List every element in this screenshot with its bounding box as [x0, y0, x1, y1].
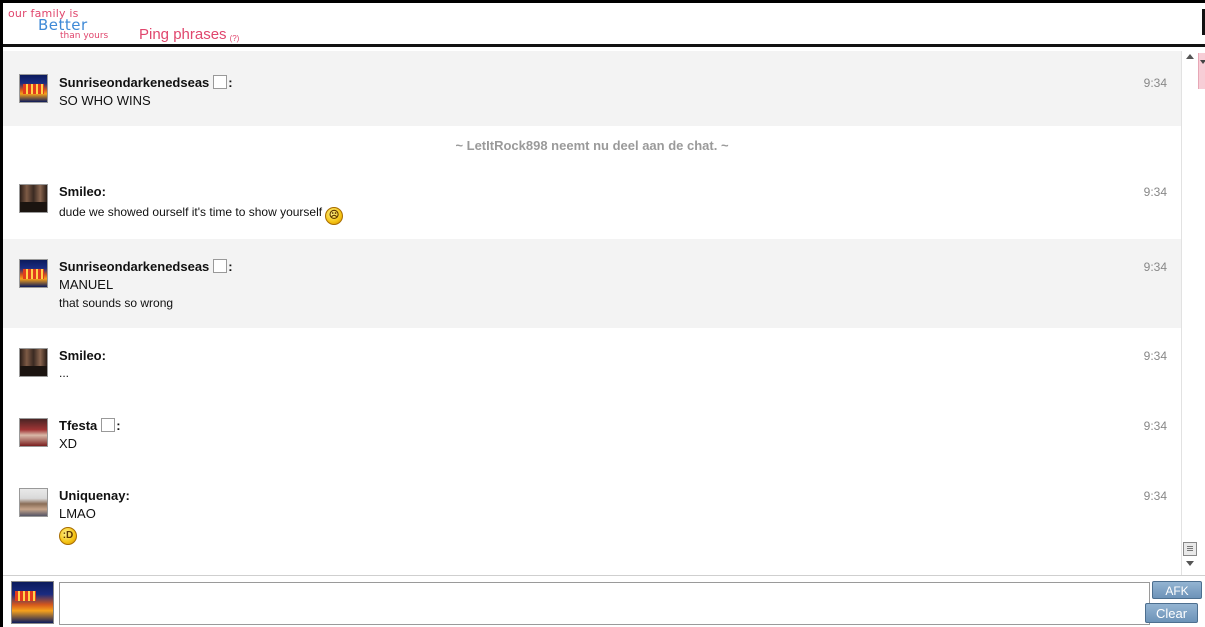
username[interactable]: Smileo:	[59, 348, 106, 363]
username[interactable]: Uniquenay:	[59, 488, 130, 503]
message-text: XD	[59, 436, 78, 451]
afk-button[interactable]: AFK	[1152, 581, 1202, 599]
site-logo[interactable]: our family is Better than yours	[8, 7, 126, 43]
chat-message: Sunriseondarkenedseas: 9:34 SO WHO WINS	[3, 51, 1181, 126]
self-avatar[interactable]	[11, 581, 54, 624]
laughing-face-icon: :D	[59, 527, 77, 545]
logo-line-3: than yours	[60, 31, 109, 41]
username[interactable]: Sunriseondarkenedseas:	[59, 259, 233, 274]
ping-phrases-link[interactable]: Ping phrases (?)	[139, 26, 239, 43]
timestamp: 9:34	[1143, 185, 1167, 199]
header-divider	[3, 44, 1205, 47]
timestamp: 9:34	[1143, 489, 1167, 503]
chat-scrollbar[interactable]	[1181, 51, 1198, 575]
timestamp: 9:34	[1143, 349, 1167, 363]
message-emoji-line: :D	[59, 524, 77, 545]
user-checkbox	[213, 75, 228, 89]
chat-message: Smileo: 9:34 ...	[3, 328, 1181, 398]
ping-phrases-help[interactable]: (?)	[230, 34, 240, 43]
message-text: ...	[59, 366, 70, 380]
avatar[interactable]	[19, 184, 48, 213]
message-text: LMAO	[59, 506, 96, 521]
message-composer: AFK Clear	[3, 575, 1205, 627]
message-text: SO WHO WINS	[59, 93, 151, 108]
scroll-up-arrow-icon[interactable]	[1186, 54, 1194, 59]
ping-phrases-label: Ping phrases	[139, 26, 227, 43]
timestamp: 9:34	[1143, 419, 1167, 433]
avatar[interactable]	[19, 348, 48, 377]
chat-header: our family is Better than yours Ping phr…	[3, 3, 1205, 44]
message-text: MANUEL	[59, 277, 114, 292]
scroll-down-arrow-icon[interactable]	[1186, 561, 1194, 566]
chat-message: Uniquenay: 9:34 LMAO :D	[3, 468, 1181, 568]
user-checkbox	[101, 418, 116, 432]
timestamp: 9:34	[1143, 260, 1167, 274]
sad-face-icon: ☹	[325, 207, 344, 225]
message-text: dude we showed ourself it's time to show…	[59, 205, 344, 225]
username[interactable]: Tfesta:	[59, 418, 121, 433]
chat-message: Sunriseondarkenedseas: 9:34 MANUEL that …	[3, 239, 1181, 328]
chat-log[interactable]: Sunriseondarkenedseas: 9:34 SO WHO WINS …	[3, 51, 1181, 573]
user-checkbox	[213, 259, 228, 273]
message-text: that sounds so wrong	[59, 296, 174, 310]
username[interactable]: Sunriseondarkenedseas:	[59, 75, 233, 90]
chat-window: our family is Better than yours Ping phr…	[3, 3, 1205, 627]
chat-message: Tfesta: 9:34 XD	[3, 398, 1181, 468]
scrollbar-thumb[interactable]	[1183, 542, 1197, 556]
clear-button[interactable]: Clear	[1145, 603, 1198, 623]
username[interactable]: Smileo:	[59, 184, 106, 199]
side-panel-toggle[interactable]	[1198, 53, 1205, 89]
avatar[interactable]	[19, 74, 48, 103]
timestamp: 9:34	[1143, 76, 1167, 90]
avatar[interactable]	[19, 418, 48, 447]
avatar[interactable]	[19, 488, 48, 517]
message-input[interactable]	[59, 582, 1150, 625]
system-message: ~ LetItRock898 neemt nu deel aan de chat…	[455, 138, 729, 153]
chat-message: Smileo: 9:34 dude we showed ourself it's…	[3, 166, 1181, 239]
avatar[interactable]	[19, 259, 48, 288]
